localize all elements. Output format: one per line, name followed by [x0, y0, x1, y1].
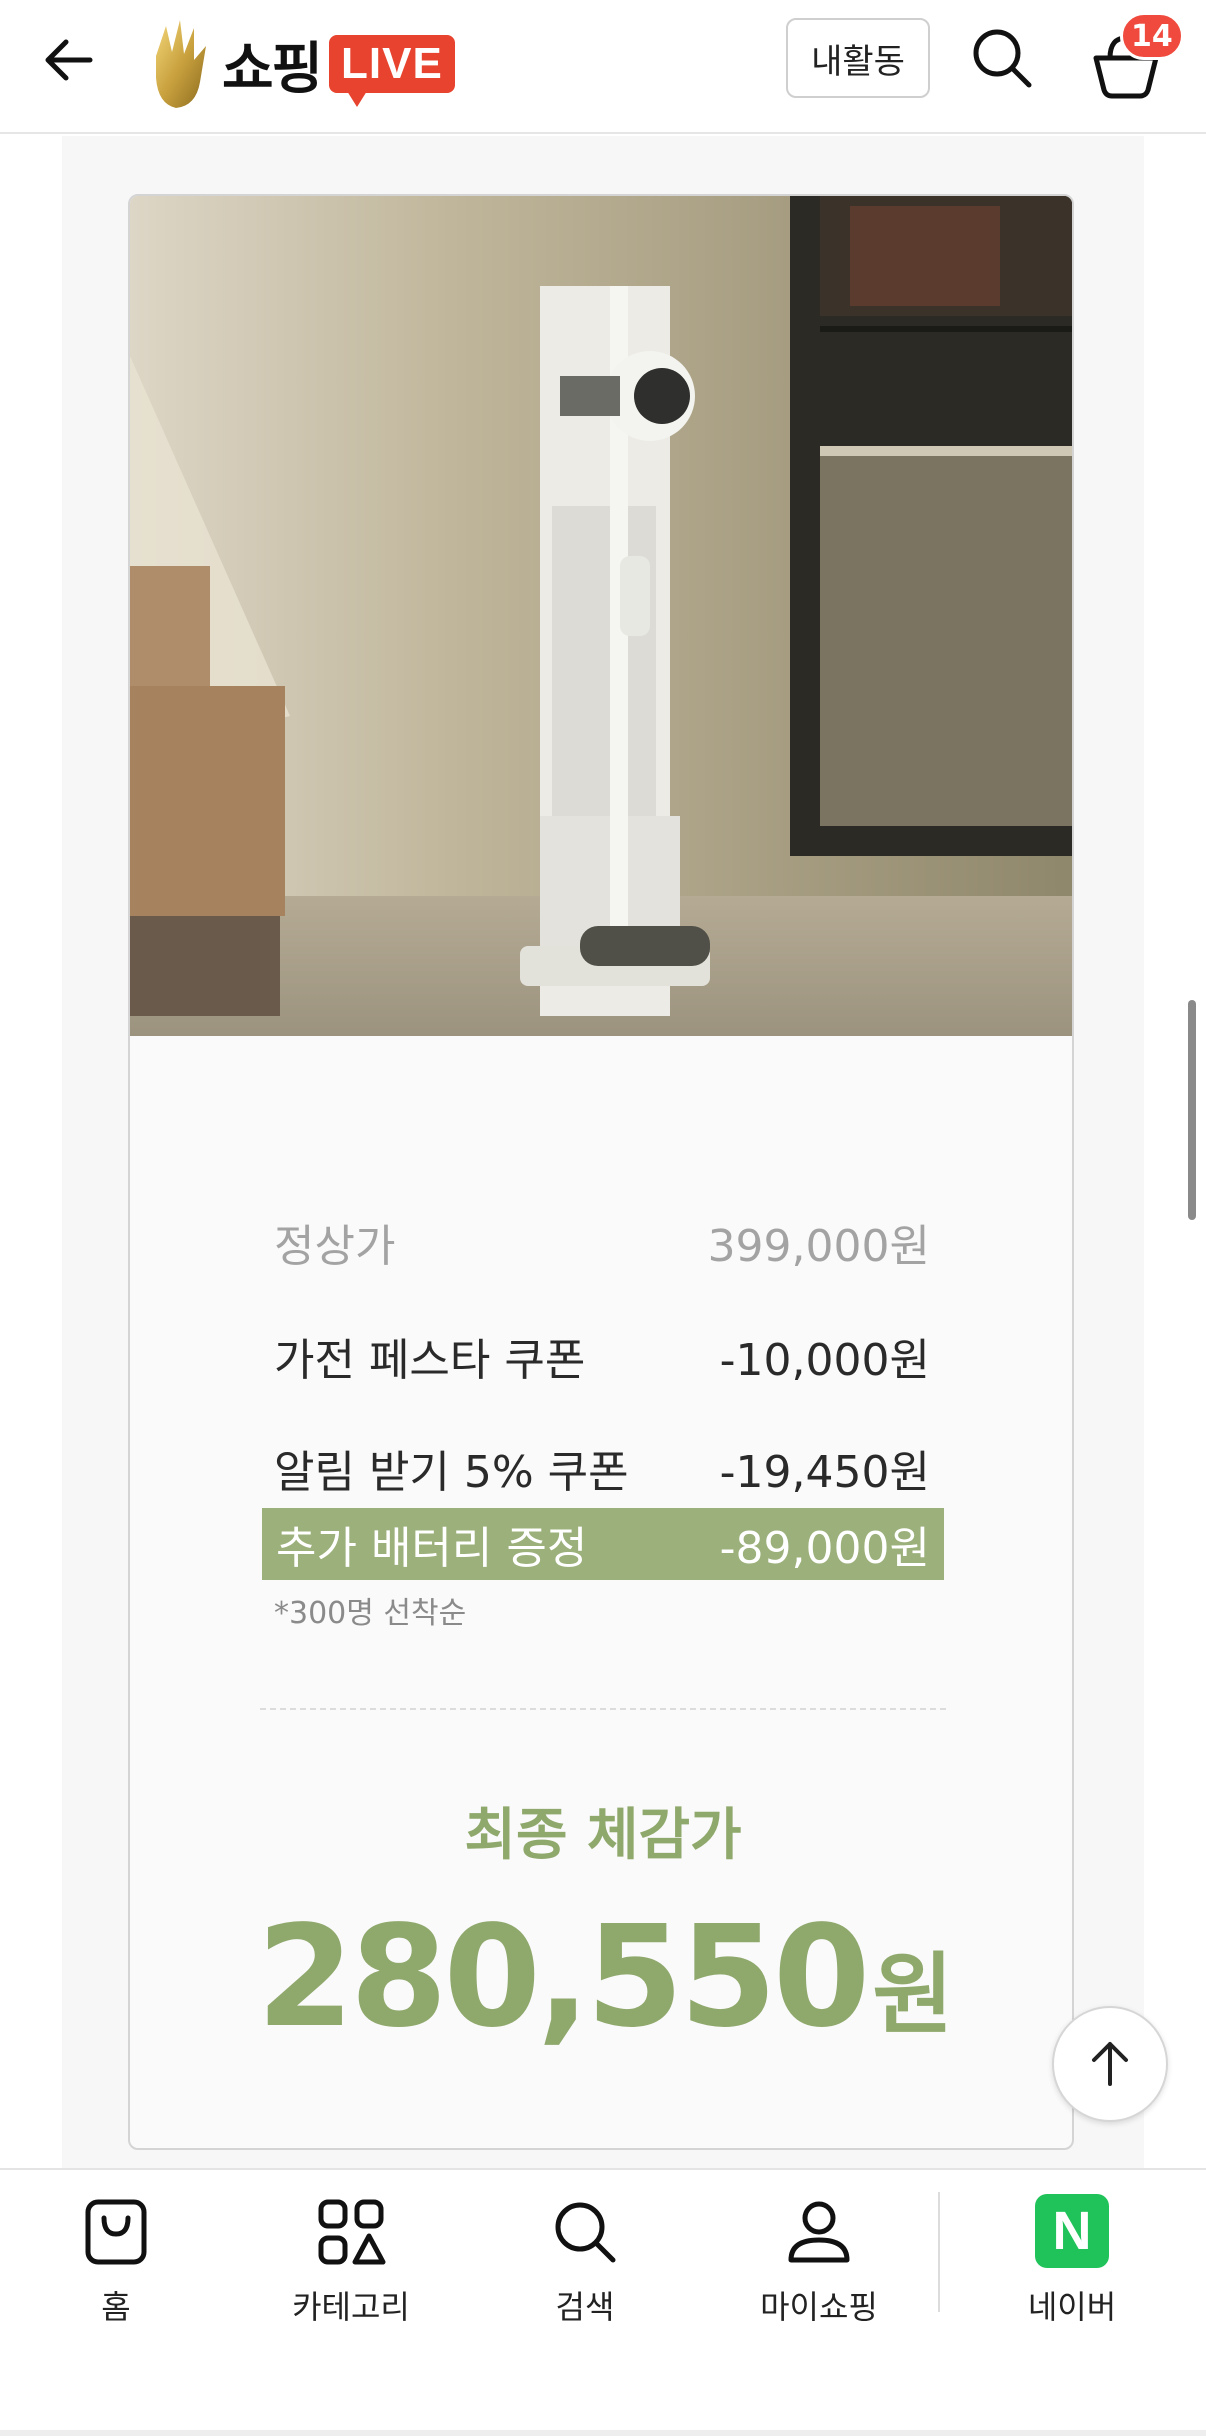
dashed-divider [260, 1708, 946, 1710]
festa-coupon-row: 가전 페스타 쿠폰 -10,000원 [274, 1316, 930, 1396]
final-price: 280,550원 [130, 1896, 1072, 2059]
price-value: -10,000원 [719, 1335, 930, 1386]
my-activity-button[interactable]: 내활동 [786, 18, 930, 98]
price-label: 알림 받기 5% 쿠폰 [274, 1447, 629, 1498]
final-price-number: 280,550 [256, 1896, 871, 2059]
gold-hand-logo-icon [156, 20, 206, 108]
nav-item-search[interactable]: 검색 [485, 2194, 685, 2344]
nav-label: 네이버 [1027, 2288, 1117, 2326]
home-indicator [0, 2430, 1206, 2436]
nav-item-home[interactable]: 홈 [16, 2194, 216, 2344]
arrow-up-icon [1092, 2042, 1128, 2086]
nav-item-naver[interactable]: N 네이버 [972, 2194, 1172, 2344]
product-price-card: 정상가 399,000원 가전 페스타 쿠폰 -10,000원 알림 받기 5%… [128, 194, 1074, 2150]
shopping-live-logo[interactable]: 쇼핑 LIVE [150, 14, 455, 114]
product-photo[interactable] [130, 196, 1074, 1036]
nav-item-my-shopping[interactable]: 마이쇼핑 [719, 2194, 919, 2344]
arrow-left-icon [45, 39, 93, 81]
nav-label: 마이쇼핑 [760, 2288, 878, 2326]
price-label: 가전 페스타 쿠폰 [274, 1335, 586, 1386]
top-header: 쇼핑 LIVE 내활동 14 [0, 0, 1206, 134]
logo-text: 쇼핑 [222, 36, 323, 102]
nav-separator [938, 2192, 940, 2312]
price-value: -89,000원 [719, 1523, 930, 1574]
bottom-navigation: 홈 카테고리 검색 마이쇼핑 N 네이버 [0, 2168, 1206, 2436]
search-icon [973, 29, 1032, 88]
live-badge: LIVE [329, 35, 455, 107]
final-price-unit: 원 [872, 1943, 953, 2046]
notification-coupon-row: 알림 받기 5% 쿠폰 -19,450원 [274, 1428, 930, 1508]
battery-gift-row: 추가 배터리 증정 -89,000원 [262, 1508, 944, 1580]
final-price-label: 최종 체감가 [464, 1803, 742, 1868]
scrollbar[interactable] [1188, 1000, 1196, 1220]
naver-icon: N [1035, 2194, 1109, 2268]
price-value: 399,000원 [707, 1221, 930, 1272]
search-icon [555, 2202, 616, 2263]
nav-label: 홈 [101, 2288, 131, 2326]
bag-icon [85, 2199, 147, 2265]
price-label: 추가 배터리 증정 [276, 1523, 588, 1574]
cart-count-badge: 14 [1120, 12, 1184, 60]
back-button[interactable] [38, 28, 102, 92]
nav-label: 검색 [555, 2288, 615, 2326]
nav-item-category[interactable]: 카테고리 [251, 2194, 451, 2344]
category-icon [318, 2199, 386, 2265]
regular-price-row: 정상가 399,000원 [274, 1202, 930, 1282]
price-value: -19,450원 [719, 1447, 930, 1498]
scroll-to-top-button[interactable] [1052, 2006, 1168, 2122]
price-label: 정상가 [274, 1221, 396, 1272]
nav-label: 카테고리 [292, 2288, 410, 2326]
first-come-note: *300명 선착순 [274, 1596, 467, 1631]
person-icon [788, 2201, 850, 2263]
search-button[interactable] [966, 22, 1038, 94]
